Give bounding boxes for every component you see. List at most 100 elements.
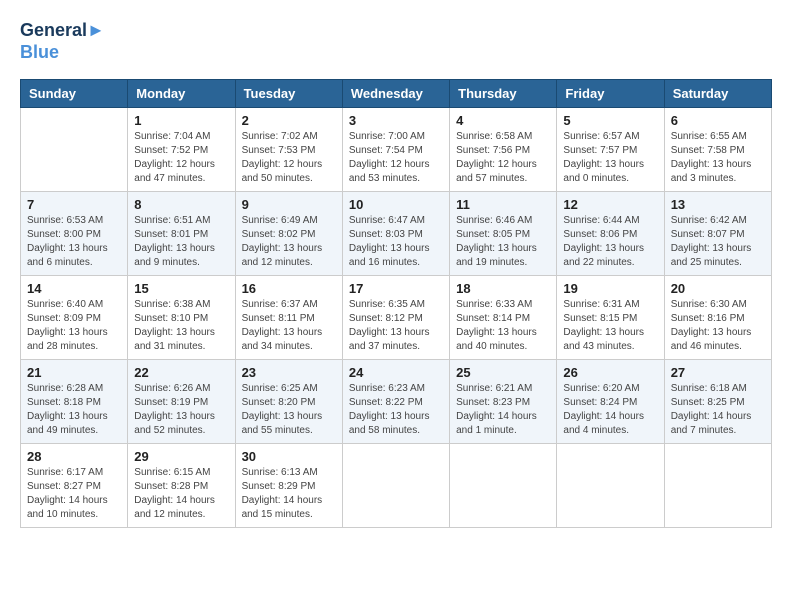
day-number: 15 [134, 281, 228, 296]
day-info: Sunrise: 6:58 AM Sunset: 7:56 PM Dayligh… [456, 130, 550, 186]
day-header-wednesday: Wednesday [342, 80, 449, 108]
calendar-cell: 28 Sunrise: 6:17 AM Sunset: 8:27 PM Dayli… [21, 444, 128, 528]
calendar-cell: 17 Sunrise: 6:35 AM Sunset: 8:12 PM Dayli… [342, 276, 449, 360]
day-info: Sunrise: 6:44 AM Sunset: 8:06 PM Dayligh… [563, 214, 657, 270]
page-header: General► Blue [20, 20, 772, 63]
day-info: Sunrise: 7:02 AM Sunset: 7:53 PM Dayligh… [242, 130, 336, 186]
day-number: 26 [563, 365, 657, 380]
logo-text: General► [20, 20, 105, 42]
calendar-week-2: 7 Sunrise: 6:53 AM Sunset: 8:00 PM Daylig… [21, 192, 772, 276]
day-number: 14 [27, 281, 121, 296]
day-header-friday: Friday [557, 80, 664, 108]
calendar-week-3: 14 Sunrise: 6:40 AM Sunset: 8:09 PM Dayli… [21, 276, 772, 360]
day-number: 4 [456, 113, 550, 128]
day-info: Sunrise: 6:49 AM Sunset: 8:02 PM Dayligh… [242, 214, 336, 270]
calendar-cell: 26 Sunrise: 6:20 AM Sunset: 8:24 PM Dayli… [557, 360, 664, 444]
day-info: Sunrise: 6:40 AM Sunset: 8:09 PM Dayligh… [27, 298, 121, 354]
day-info: Sunrise: 6:17 AM Sunset: 8:27 PM Dayligh… [27, 466, 121, 522]
calendar-cell: 14 Sunrise: 6:40 AM Sunset: 8:09 PM Dayli… [21, 276, 128, 360]
day-number: 1 [134, 113, 228, 128]
day-number: 5 [563, 113, 657, 128]
calendar-cell: 27Sunrise: 6:18 AM Sunset: 8:25 PM Dayli… [664, 360, 771, 444]
day-header-thursday: Thursday [450, 80, 557, 108]
calendar-cell: 4 Sunrise: 6:58 AM Sunset: 7:56 PM Daylig… [450, 108, 557, 192]
calendar-cell: 3 Sunrise: 7:00 AM Sunset: 7:54 PM Daylig… [342, 108, 449, 192]
calendar-cell [557, 444, 664, 528]
day-info: Sunrise: 6:53 AM Sunset: 8:00 PM Dayligh… [27, 214, 121, 270]
day-info: Sunrise: 6:13 AM Sunset: 8:29 PM Dayligh… [242, 466, 336, 522]
calendar-cell: 6 Sunrise: 6:55 AM Sunset: 7:58 PM Daylig… [664, 108, 771, 192]
day-number: 19 [563, 281, 657, 296]
day-header-monday: Monday [128, 80, 235, 108]
day-info: Sunrise: 6:38 AM Sunset: 8:10 PM Dayligh… [134, 298, 228, 354]
day-info: Sunrise: 6:35 AM Sunset: 8:12 PM Dayligh… [349, 298, 443, 354]
calendar-table: SundayMondayTuesdayWednesdayThursdayFrid… [20, 79, 772, 528]
calendar-cell: 8Sunrise: 6:51 AM Sunset: 8:01 PM Daylig… [128, 192, 235, 276]
day-number: 18 [456, 281, 550, 296]
day-number: 17 [349, 281, 443, 296]
day-info: Sunrise: 6:26 AM Sunset: 8:19 PM Dayligh… [134, 382, 228, 438]
day-info: Sunrise: 6:55 AM Sunset: 7:58 PM Dayligh… [671, 130, 765, 186]
calendar-week-5: 28 Sunrise: 6:17 AM Sunset: 8:27 PM Dayli… [21, 444, 772, 528]
day-number: 30 [242, 449, 336, 464]
calendar-cell: 12 Sunrise: 6:44 AM Sunset: 8:06 PM Dayli… [557, 192, 664, 276]
day-info: Sunrise: 6:28 AM Sunset: 8:18 PM Dayligh… [27, 382, 121, 438]
day-number: 24 [349, 365, 443, 380]
day-header-sunday: Sunday [21, 80, 128, 108]
day-number: 13 [671, 197, 765, 212]
calendar-cell: 23Sunrise: 6:25 AM Sunset: 8:20 PM Dayli… [235, 360, 342, 444]
calendar-cell [664, 444, 771, 528]
calendar-cell: 15 Sunrise: 6:38 AM Sunset: 8:10 PM Dayli… [128, 276, 235, 360]
calendar-cell: 16 Sunrise: 6:37 AM Sunset: 8:11 PM Dayli… [235, 276, 342, 360]
day-number: 7 [27, 197, 121, 212]
calendar-cell [21, 108, 128, 192]
calendar-cell: 19 Sunrise: 6:31 AM Sunset: 8:15 PM Dayli… [557, 276, 664, 360]
day-info: Sunrise: 6:42 AM Sunset: 8:07 PM Dayligh… [671, 214, 765, 270]
calendar-cell: 30 Sunrise: 6:13 AM Sunset: 8:29 PM Dayli… [235, 444, 342, 528]
calendar-cell: 21 Sunrise: 6:28 AM Sunset: 8:18 PM Dayli… [21, 360, 128, 444]
calendar-week-4: 21 Sunrise: 6:28 AM Sunset: 8:18 PM Dayli… [21, 360, 772, 444]
day-number: 20 [671, 281, 765, 296]
day-info: Sunrise: 7:04 AM Sunset: 7:52 PM Dayligh… [134, 130, 228, 186]
day-number: 9 [242, 197, 336, 212]
calendar-cell: 18 Sunrise: 6:33 AM Sunset: 8:14 PM Dayli… [450, 276, 557, 360]
day-number: 27 [671, 365, 765, 380]
calendar-cell [450, 444, 557, 528]
calendar-cell: 10 Sunrise: 6:47 AM Sunset: 8:03 PM Dayli… [342, 192, 449, 276]
calendar-cell [342, 444, 449, 528]
calendar-cell: 20Sunrise: 6:30 AM Sunset: 8:16 PM Dayli… [664, 276, 771, 360]
day-info: Sunrise: 6:37 AM Sunset: 8:11 PM Dayligh… [242, 298, 336, 354]
day-info: Sunrise: 6:15 AM Sunset: 8:28 PM Dayligh… [134, 466, 228, 522]
day-info: Sunrise: 7:00 AM Sunset: 7:54 PM Dayligh… [349, 130, 443, 186]
calendar-cell: 25 Sunrise: 6:21 AM Sunset: 8:23 PM Dayli… [450, 360, 557, 444]
day-number: 22 [134, 365, 228, 380]
day-header-tuesday: Tuesday [235, 80, 342, 108]
day-number: 25 [456, 365, 550, 380]
day-info: Sunrise: 6:21 AM Sunset: 8:23 PM Dayligh… [456, 382, 550, 438]
logo-text2: Blue [20, 42, 105, 64]
day-info: Sunrise: 6:47 AM Sunset: 8:03 PM Dayligh… [349, 214, 443, 270]
calendar-cell: 5Sunrise: 6:57 AM Sunset: 7:57 PM Daylig… [557, 108, 664, 192]
day-number: 3 [349, 113, 443, 128]
day-info: Sunrise: 6:23 AM Sunset: 8:22 PM Dayligh… [349, 382, 443, 438]
day-info: Sunrise: 6:20 AM Sunset: 8:24 PM Dayligh… [563, 382, 657, 438]
calendar-cell: 2 Sunrise: 7:02 AM Sunset: 7:53 PM Daylig… [235, 108, 342, 192]
day-number: 6 [671, 113, 765, 128]
day-number: 21 [27, 365, 121, 380]
day-number: 2 [242, 113, 336, 128]
calendar-body: 1 Sunrise: 7:04 AM Sunset: 7:52 PM Daylig… [21, 108, 772, 528]
day-number: 8 [134, 197, 228, 212]
day-number: 28 [27, 449, 121, 464]
day-info: Sunrise: 6:33 AM Sunset: 8:14 PM Dayligh… [456, 298, 550, 354]
day-number: 12 [563, 197, 657, 212]
calendar-cell: 13 Sunrise: 6:42 AM Sunset: 8:07 PM Dayli… [664, 192, 771, 276]
day-number: 10 [349, 197, 443, 212]
day-number: 23 [242, 365, 336, 380]
day-info: Sunrise: 6:46 AM Sunset: 8:05 PM Dayligh… [456, 214, 550, 270]
calendar-cell: 22 Sunrise: 6:26 AM Sunset: 8:19 PM Dayli… [128, 360, 235, 444]
calendar-cell: 9 Sunrise: 6:49 AM Sunset: 8:02 PM Daylig… [235, 192, 342, 276]
day-number: 29 [134, 449, 228, 464]
day-number: 16 [242, 281, 336, 296]
calendar-header-row: SundayMondayTuesdayWednesdayThursdayFrid… [21, 80, 772, 108]
day-info: Sunrise: 6:31 AM Sunset: 8:15 PM Dayligh… [563, 298, 657, 354]
